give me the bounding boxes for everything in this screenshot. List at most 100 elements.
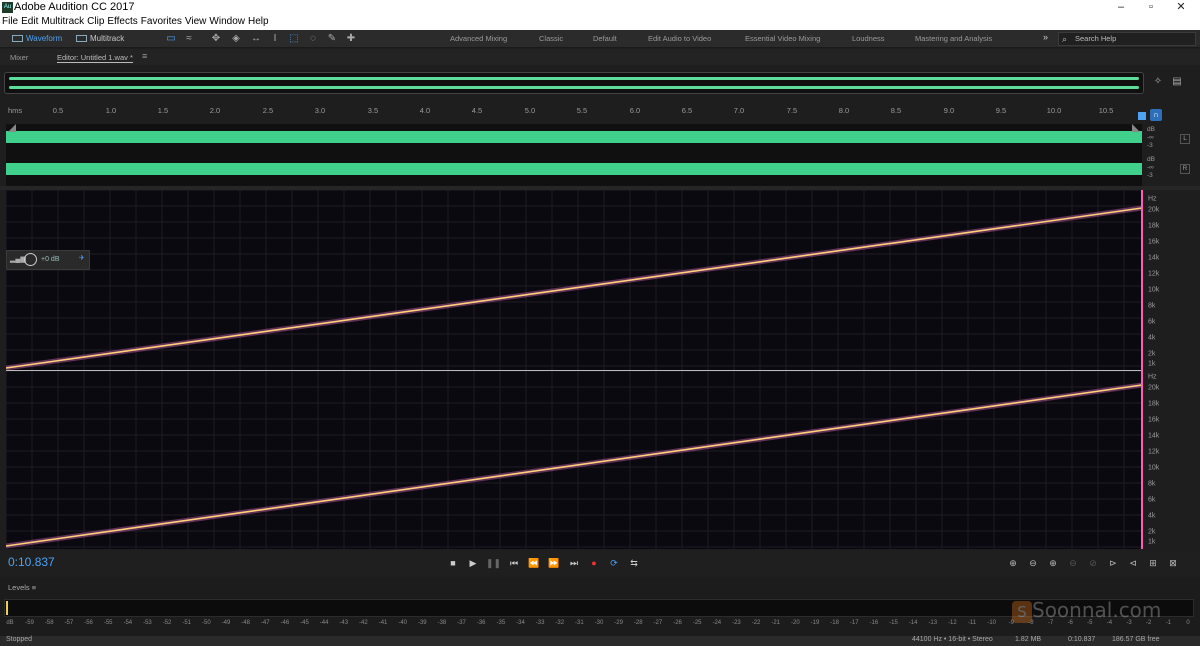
snap-icon[interactable]: ∩ — [1150, 109, 1162, 121]
rewind-button[interactable]: ⏪ — [527, 556, 541, 570]
current-time[interactable]: 0:10.837 — [8, 555, 55, 569]
volume-value[interactable]: +0 dB — [41, 256, 60, 263]
pause-button[interactable]: ❚❚ — [486, 556, 501, 570]
workspace-advanced-mixing[interactable]: Advanced Mixing — [450, 34, 507, 43]
freq-label: 14k — [1148, 254, 1160, 262]
zoom-in-amplitude-icon[interactable]: ⊕ — [1005, 556, 1021, 570]
audio-format: 44100 Hz • 16-bit • Stereo — [912, 636, 993, 643]
lasso-selection-icon[interactable]: ◌ — [307, 33, 319, 45]
freq-label: 10k — [1148, 286, 1160, 294]
panel-menu-icon[interactable]: ≡ — [142, 51, 147, 61]
next-button[interactable]: ⏭ — [567, 556, 581, 570]
db-tick: -59 — [25, 620, 34, 626]
tab-editor[interactable]: Editor: Untitled 1.wav * — [57, 53, 133, 63]
left-channel-toggle[interactable]: L — [1180, 134, 1190, 144]
workspace-edit-audio-to-video[interactable]: Edit Audio to Video — [648, 34, 711, 43]
time-ruler[interactable]: hms 0.5 1.0 1.5 2.0 2.5 3.0 3.5 4.0 4.5 … — [6, 104, 1142, 118]
levels-menu-icon[interactable]: ≡ — [32, 583, 36, 592]
waveform-mode-button[interactable]: Waveform — [8, 32, 66, 46]
db-tick: -45 — [300, 620, 309, 626]
zoom-out-time-icon[interactable]: ⊖ — [1065, 556, 1081, 570]
spectral-right-svg — [6, 371, 1142, 549]
zoom-out-full-icon[interactable]: ⊘ — [1085, 556, 1101, 570]
playhead-marker[interactable] — [1138, 112, 1146, 120]
db-tick: -20 — [790, 620, 800, 626]
db-tick: -53 — [143, 620, 152, 626]
hud-toggle-icon[interactable]: ▤ — [1171, 76, 1183, 88]
menu-effects[interactable]: Effects — [107, 16, 137, 27]
spectral-pitch-icon[interactable]: ≈ — [183, 33, 195, 45]
spectral-right-channel[interactable] — [6, 371, 1142, 549]
time-selection-icon[interactable]: I — [269, 33, 281, 45]
marquee-selection-icon[interactable]: ⬚ — [288, 33, 300, 45]
volume-hud[interactable]: ▂▄▆ +0 dB ✈ — [6, 250, 90, 270]
menu-clip[interactable]: Clip — [87, 16, 104, 27]
ruler-tick: 7.5 — [786, 106, 798, 115]
more-workspaces-button[interactable]: » — [1043, 32, 1048, 42]
play-button[interactable]: ▶ — [466, 556, 480, 570]
zoom-navigator-icon[interactable]: ✧ — [1152, 76, 1164, 88]
freq-label: 14k — [1148, 432, 1160, 440]
ruler-tick: 2.0 — [209, 106, 221, 115]
frequency-scale-right: Hz 20k 18k 16k 14k 12k 10k 8k 6k 4k 2k 1… — [1142, 371, 1200, 549]
zoom-in-right-edge-icon[interactable]: ⊲ — [1125, 556, 1141, 570]
workspace-mastering-and-analysis[interactable]: Mastering and Analysis — [915, 34, 992, 43]
record-button[interactable]: ● — [587, 556, 601, 570]
slip-tool-icon[interactable]: ↔ — [250, 33, 262, 45]
workspace-classic[interactable]: Classic — [539, 34, 563, 43]
menu-file[interactable]: File — [2, 16, 18, 27]
db-tick: -33 — [535, 620, 545, 626]
workspace-default[interactable]: Default — [593, 34, 617, 43]
volume-knob-icon[interactable] — [24, 253, 37, 266]
skip-selection-button[interactable]: ⇆ — [627, 556, 641, 570]
loop-button[interactable]: ⟳ — [607, 556, 621, 570]
zoom-in-left-edge-icon[interactable]: ⊳ — [1105, 556, 1121, 570]
overview-waveform[interactable] — [4, 72, 1144, 94]
paintbrush-icon[interactable]: ✎ — [326, 33, 338, 45]
search-help-input[interactable]: ⌕ Search Help — [1058, 32, 1196, 46]
spectral-left-channel[interactable] — [6, 190, 1142, 370]
zoom-out-amplitude-icon[interactable]: ⊖ — [1025, 556, 1041, 570]
freq-label: 1k — [1148, 538, 1156, 546]
zoom-frequency-icon[interactable]: ⊠ — [1165, 556, 1181, 570]
multitrack-icon — [76, 35, 87, 42]
menu-multitrack[interactable]: Multitrack — [41, 16, 84, 27]
db-tick: -37 — [457, 620, 466, 626]
menu-edit[interactable]: Edit — [21, 16, 38, 27]
spectral-frequency-icon[interactable]: ▭ — [165, 33, 177, 45]
menu-help[interactable]: Help — [248, 16, 269, 27]
waveform-display[interactable] — [6, 124, 1142, 186]
workspace-essential-video-mixing[interactable]: Essential Video Mixing — [745, 34, 820, 43]
multitrack-mode-button[interactable]: Multitrack — [72, 32, 128, 46]
fade-in-handle[interactable] — [8, 124, 16, 132]
menu-window[interactable]: Window — [209, 16, 245, 27]
watermark-text: Soonnal.com — [1032, 598, 1162, 622]
maximize-button[interactable]: ▫ — [1136, 0, 1166, 16]
previous-button[interactable]: ⏮ — [507, 556, 521, 570]
db-tick: dB — [6, 620, 14, 626]
pin-icon[interactable]: ✈ — [79, 254, 85, 262]
waveform-mode-label: Waveform — [26, 34, 63, 43]
left-channel-waveform — [6, 131, 1142, 143]
menu-favorites[interactable]: Favorites — [141, 16, 182, 27]
ruler-tick: 4.0 — [419, 106, 431, 115]
close-button[interactable]: ✕ — [1166, 0, 1196, 16]
minimize-button[interactable]: – — [1106, 0, 1136, 16]
freq-label: 18k — [1148, 400, 1160, 408]
stop-button[interactable]: ■ — [446, 556, 460, 570]
freq-label: 1k — [1148, 360, 1156, 368]
fast-forward-button[interactable]: ⏩ — [547, 556, 561, 570]
workspace-loudness[interactable]: Loudness — [852, 34, 885, 43]
menu-view[interactable]: View — [185, 16, 207, 27]
freq-label: 2k — [1148, 528, 1156, 536]
move-tool-icon[interactable]: ✥ — [210, 33, 222, 45]
razor-tool-icon[interactable]: ◈ — [230, 33, 242, 45]
tab-mixer[interactable]: Mixer — [10, 53, 28, 62]
spot-healing-icon[interactable]: ✚ — [345, 33, 357, 45]
zoom-in-time-icon[interactable]: ⊕ — [1045, 556, 1061, 570]
db-tick: -34 — [516, 620, 525, 626]
right-channel-toggle[interactable]: R — [1180, 164, 1190, 174]
db-tick: -56 — [84, 620, 93, 626]
zoom-to-selection-icon[interactable]: ⊞ — [1145, 556, 1161, 570]
title-bar: Au Adobe Audition CC 2017 – ▫ ✕ — [0, 0, 1200, 16]
